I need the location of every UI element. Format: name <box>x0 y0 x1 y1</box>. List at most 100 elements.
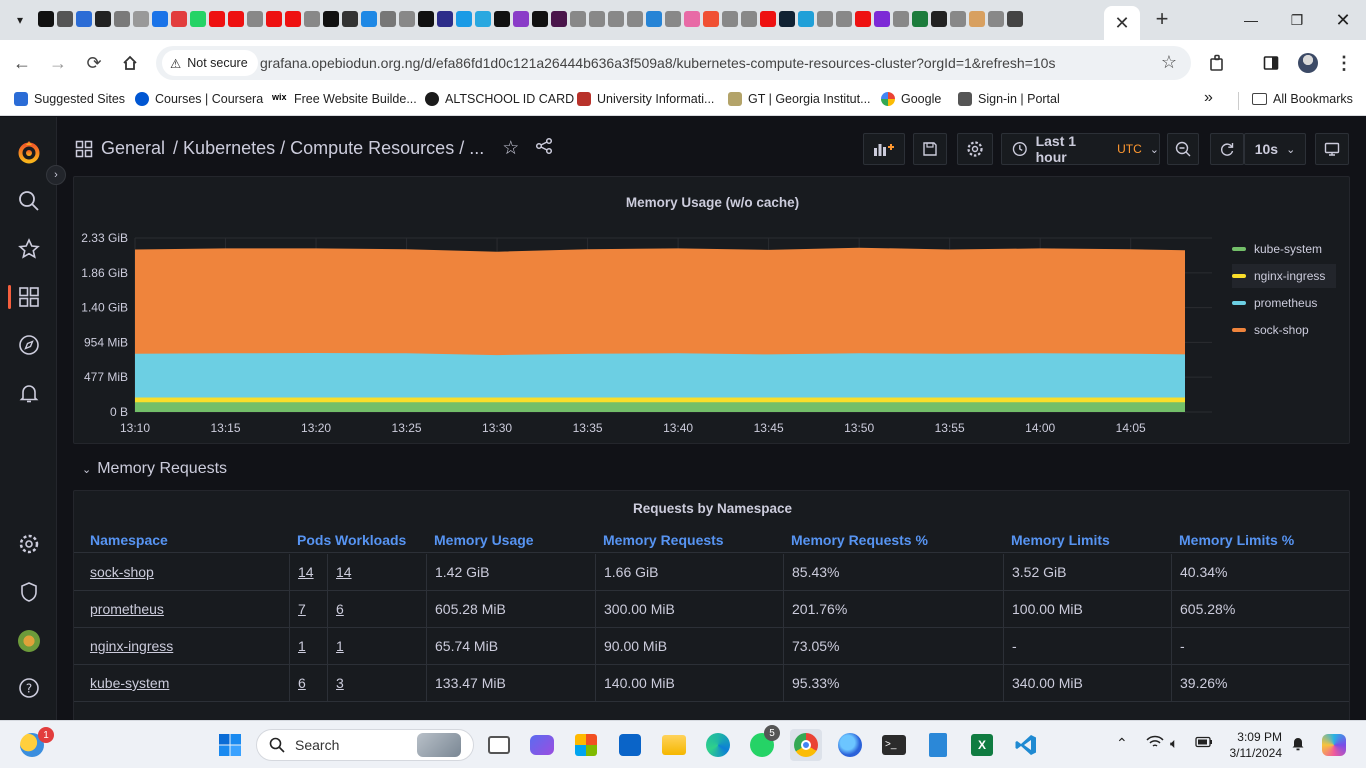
pinned-tab-favicon-icon[interactable] <box>513 11 529 27</box>
pinned-tab-favicon-icon[interactable] <box>361 11 377 27</box>
bookmark-item[interactable]: GT | Georgia Institut... <box>728 92 871 106</box>
legend-item[interactable]: kube-system <box>1232 237 1336 261</box>
shield-icon[interactable] <box>16 579 42 605</box>
workloads-link[interactable]: 3 <box>336 675 344 691</box>
pinned-tab-favicon-icon[interactable] <box>399 11 415 27</box>
volume-icon[interactable]: 🔈︎ <box>1170 735 1178 752</box>
microsoft-store-icon[interactable] <box>570 729 602 761</box>
edge-icon[interactable] <box>702 729 734 761</box>
memory-usage-panel[interactable]: Memory Usage (w/o cache) 0 B 477 MiB 954 M… <box>73 176 1350 444</box>
notification-bell-icon[interactable] <box>1291 735 1305 754</box>
firefox-icon[interactable] <box>834 729 866 761</box>
pinned-tab-favicon-icon[interactable] <box>798 11 814 27</box>
breadcrumb-folder-link[interactable]: General <box>101 138 165 159</box>
pinned-tab-favicon-icon[interactable] <box>969 11 985 27</box>
pinned-tab-favicon-icon[interactable] <box>893 11 909 27</box>
bookmark-star-icon[interactable]: ☆ <box>1161 52 1177 73</box>
active-tab[interactable]: ✕ <box>1104 6 1140 40</box>
pinned-tab-favicon-icon[interactable] <box>228 11 244 27</box>
side-panel-icon[interactable] <box>1260 52 1282 74</box>
breadcrumb-dashboard-title[interactable]: / Kubernetes / Compute Resources / ... <box>173 138 484 159</box>
pinned-tab-favicon-icon[interactable] <box>76 11 92 27</box>
pinned-tab-favicon-icon[interactable] <box>38 11 54 27</box>
pinned-tab-favicon-icon[interactable] <box>418 11 434 27</box>
column-header[interactable]: Namespace <box>90 532 168 548</box>
namespace-link[interactable]: kube-system <box>90 675 169 691</box>
legend-item[interactable]: nginx-ingress <box>1232 264 1336 288</box>
extensions-puzzle-icon[interactable] <box>1207 52 1229 74</box>
tab-search-dropdown-icon[interactable]: ▾ <box>8 8 32 32</box>
namespace-link[interactable]: nginx-ingress <box>90 638 173 654</box>
browser-menu-icon[interactable]: ⋮ <box>1333 52 1355 74</box>
pinned-tab-favicon-icon[interactable] <box>95 11 111 27</box>
pinned-tab-favicon-icon[interactable] <box>190 11 206 27</box>
pinned-tab-favicon-icon[interactable] <box>589 11 605 27</box>
column-header[interactable]: Memory Requests % <box>791 532 928 548</box>
save-dashboard-icon[interactable] <box>913 133 947 165</box>
pods-link[interactable]: 14 <box>298 564 314 580</box>
starred-icon[interactable] <box>16 236 42 262</box>
taskbar-search-box[interactable]: Search <box>256 729 474 761</box>
pinned-tab-favicon-icon[interactable] <box>57 11 73 27</box>
refresh-interval-picker[interactable]: 10s ⌄ <box>1244 133 1306 165</box>
add-panel-button[interactable] <box>863 133 905 165</box>
pinned-tab-favicon-icon[interactable] <box>817 11 833 27</box>
close-window-icon[interactable]: ✕ <box>1320 0 1366 40</box>
table-title[interactable]: Requests by Namespace <box>74 501 1349 516</box>
pinned-tab-favicon-icon[interactable] <box>323 11 339 27</box>
pinned-tab-favicon-icon[interactable] <box>665 11 681 27</box>
workloads-link[interactable]: 1 <box>336 638 344 654</box>
pinned-tab-favicon-icon[interactable] <box>912 11 928 27</box>
pinned-tab-favicon-icon[interactable] <box>722 11 738 27</box>
wifi-icon[interactable] <box>1146 735 1164 752</box>
pinned-tab-favicon-icon[interactable] <box>855 11 871 27</box>
bookmark-item[interactable]: Google <box>881 92 941 106</box>
bookmark-item[interactable]: University Informati... <box>577 92 714 106</box>
pinned-tab-favicon-icon[interactable] <box>114 11 130 27</box>
pinned-tab-favicon-icon[interactable] <box>570 11 586 27</box>
pinned-tab-favicon-icon[interactable] <box>380 11 396 27</box>
namespace-link[interactable]: sock-shop <box>90 564 154 580</box>
pinned-tab-favicon-icon[interactable] <box>684 11 700 27</box>
tv-mode-monitor-icon[interactable] <box>1315 133 1349 165</box>
pinned-tab-favicon-icon[interactable] <box>931 11 947 27</box>
back-arrow-icon[interactable]: ← <box>10 51 34 75</box>
battery-icon[interactable] <box>1195 735 1213 751</box>
more-bookmarks-button[interactable]: » <box>1204 89 1213 107</box>
legend-item[interactable]: prometheus <box>1232 291 1336 315</box>
forward-arrow-icon[interactable]: → <box>46 51 70 75</box>
copilot-icon[interactable] <box>1318 729 1350 761</box>
pinned-tab-favicon-icon[interactable] <box>171 11 187 27</box>
task-view-icon[interactable] <box>483 729 515 761</box>
terminal-icon[interactable]: >_ <box>878 729 910 761</box>
pinned-tab-favicon-icon[interactable] <box>608 11 624 27</box>
help-icon[interactable]: ? <box>16 675 42 701</box>
new-tab-button[interactable]: + <box>1150 8 1174 32</box>
pinned-tab-favicon-icon[interactable] <box>266 11 282 27</box>
mark-favorite-star-icon[interactable]: ☆ <box>502 137 519 160</box>
pinned-tab-favicon-icon[interactable] <box>437 11 453 27</box>
workloads-link[interactable]: 14 <box>336 564 352 580</box>
row-memory-requests[interactable]: ⌄ Memory Requests <box>82 460 227 478</box>
meet-now-icon[interactable] <box>526 729 558 761</box>
all-bookmarks-button[interactable]: All Bookmarks <box>1252 92 1353 106</box>
pinned-tab-favicon-icon[interactable] <box>532 11 548 27</box>
bookmark-item[interactable]: ALTSCHOOL ID CARD <box>425 92 574 106</box>
dashboards-icon[interactable] <box>16 284 42 310</box>
explore-compass-icon[interactable] <box>16 332 42 358</box>
refresh-dashboard-icon[interactable] <box>1210 133 1244 165</box>
pinned-tab-favicon-icon[interactable] <box>741 11 757 27</box>
pinned-tab-favicon-icon[interactable] <box>1007 11 1023 27</box>
pinned-tab-favicon-icon[interactable] <box>836 11 852 27</box>
pinned-tab-favicon-icon[interactable] <box>152 11 168 27</box>
whatsapp-icon[interactable]: 5 <box>746 725 780 761</box>
column-header[interactable]: Memory Requests <box>603 532 724 548</box>
pinned-tab-favicon-icon[interactable] <box>247 11 263 27</box>
pinned-tab-favicon-icon[interactable] <box>456 11 472 27</box>
tray-overflow-chevron-icon[interactable]: ⌃ <box>1116 735 1128 752</box>
vscode-icon[interactable] <box>1010 729 1042 761</box>
weather-widget-icon[interactable]: 1 <box>16 727 54 761</box>
pinned-tab-favicon-icon[interactable] <box>703 11 719 27</box>
bookmark-item[interactable]: Suggested Sites <box>14 92 125 106</box>
start-windows-icon[interactable] <box>214 729 246 761</box>
